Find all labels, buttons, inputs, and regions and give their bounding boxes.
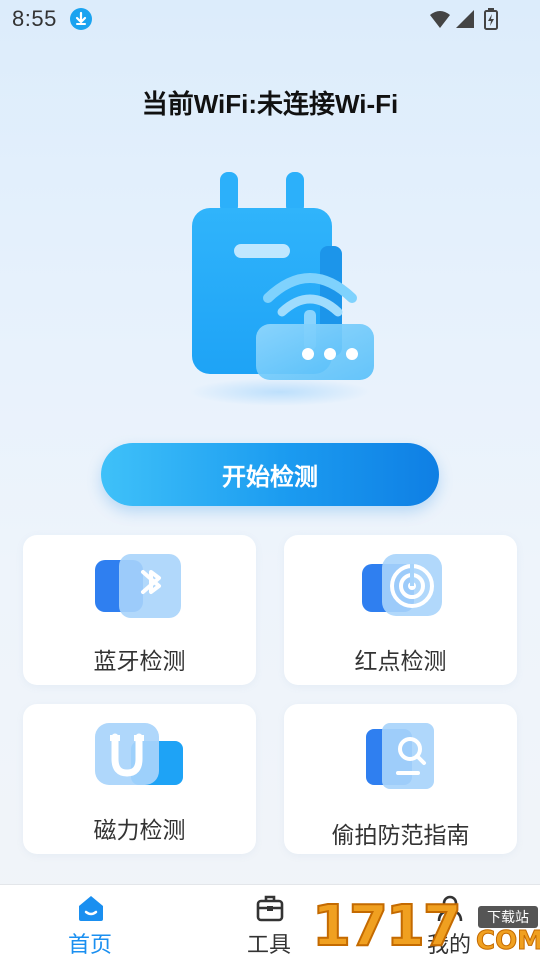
- status-bar: 8:55: [0, 0, 540, 36]
- home-icon: [76, 893, 106, 923]
- nav-item-tools[interactable]: 工具: [209, 885, 329, 960]
- tool-card-label: 偷拍防范指南: [331, 822, 470, 848]
- watermark-tag: 下载站: [478, 906, 538, 928]
- guide-book-search-icon: [354, 719, 446, 791]
- tool-card-anti-spy-guide[interactable]: 偷拍防范指南: [284, 704, 517, 854]
- status-time: 8:55: [12, 6, 57, 31]
- tool-card-label: 蓝牙检测: [93, 648, 186, 674]
- router-wifi-illustration: [170, 160, 390, 410]
- bluetooth-icon: [93, 550, 185, 622]
- nav-label-tools: 工具: [246, 932, 291, 957]
- tool-card-magnet[interactable]: 磁力检测: [23, 704, 256, 854]
- watermark-number: 1717: [311, 893, 463, 960]
- nav-item-home[interactable]: 首页: [30, 885, 150, 960]
- watermark-suffix: COM: [475, 926, 540, 957]
- tool-card-label: 磁力检测: [93, 817, 186, 843]
- wifi-icon: [430, 11, 450, 28]
- site-watermark-logo: 1717 下载站 COM: [311, 893, 540, 960]
- tool-card-red-dot[interactable]: 红点检测: [284, 535, 517, 685]
- toolbox-icon: [255, 893, 285, 923]
- wifi-status-title: 当前WiFi:未连接Wi-Fi: [141, 89, 399, 119]
- tool-card-bluetooth[interactable]: 蓝牙检测: [23, 535, 256, 685]
- download-arrow-icon: [70, 8, 92, 30]
- battery-charging-icon: [484, 8, 498, 30]
- tool-card-label: 红点检测: [354, 648, 447, 674]
- cell-signal-icon: [456, 10, 474, 28]
- nav-label-home: 首页: [67, 932, 112, 957]
- start-detection-button[interactable]: 开始检测: [101, 443, 439, 506]
- magnet-icon: [93, 719, 185, 791]
- radar-icon: [354, 550, 446, 622]
